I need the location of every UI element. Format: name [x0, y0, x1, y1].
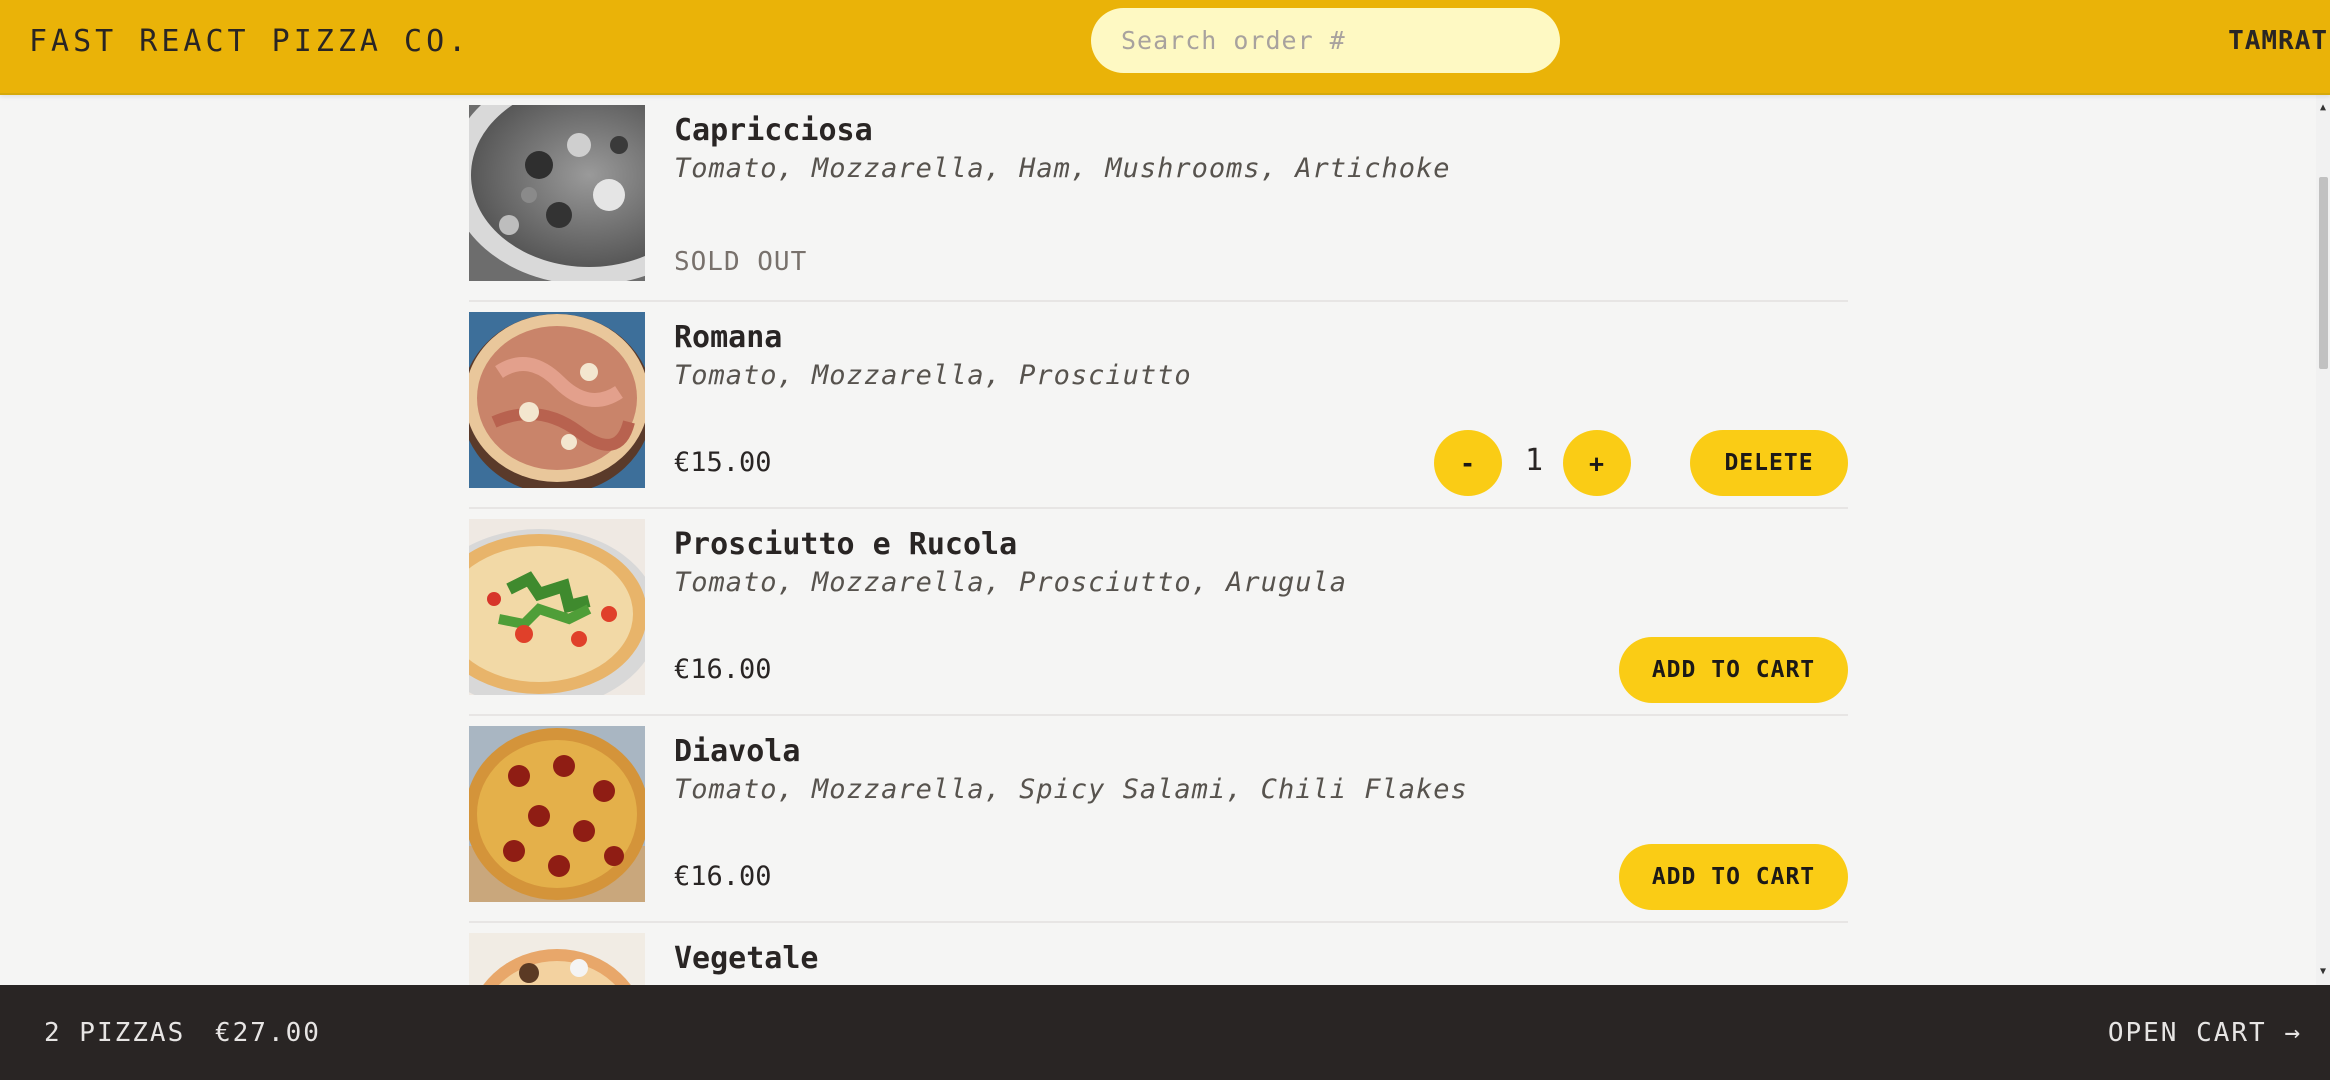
menu-item-diavola: Diavola Tomato, Mozzarella, Spicy Salami… — [469, 716, 1848, 923]
item-ingredients: Tomato, Mozzarella, Ham, Mushrooms, Arti… — [674, 153, 1451, 184]
menu-item-capricciosa: Capricciosa Tomato, Mozzarella, Ham, Mus… — [469, 95, 1848, 302]
item-name: Capricciosa — [674, 113, 873, 148]
scroll-down-arrow-icon[interactable]: ▼ — [2316, 965, 2330, 979]
cart-overview-bar: 2 PIZZAS €27.00 OPEN CART → — [0, 985, 2330, 1080]
menu-item-prosciutto-e-rucola: Prosciutto e Rucola Tomato, Mozzarella, … — [469, 509, 1848, 716]
scrollbar-thumb[interactable] — [2319, 177, 2328, 369]
decrease-quantity-button[interactable]: - — [1434, 430, 1502, 496]
username: TAMRAT — [2228, 26, 2328, 56]
pizza-image-romana — [469, 312, 645, 488]
search-order-input[interactable] — [1091, 8, 1560, 73]
item-name: Prosciutto e Rucola — [674, 527, 1018, 562]
cart-pizza-count: 2 PIZZAS — [44, 1018, 186, 1048]
menu-item-vegetale: Vegetale — [469, 923, 1848, 985]
logo-link[interactable]: FAST REACT PIZZA CO. — [29, 24, 470, 59]
item-name: Romana — [674, 320, 783, 355]
add-to-cart-button[interactable]: ADD TO CART — [1619, 844, 1848, 910]
sold-out-label: SOLD OUT — [674, 247, 808, 277]
pizza-image-vegetale — [469, 933, 645, 985]
add-to-cart-button[interactable]: ADD TO CART — [1619, 637, 1848, 703]
delete-item-button[interactable]: DELETE — [1690, 430, 1848, 496]
item-price: €16.00 — [674, 654, 772, 685]
pizza-image-prosciutto-e-rucola — [469, 519, 645, 695]
item-ingredients: Tomato, Mozzarella, Prosciutto, Arugula — [674, 567, 1347, 598]
open-cart-link[interactable]: OPEN CART → — [2108, 1018, 2302, 1048]
item-name: Diavola — [674, 734, 801, 769]
increase-quantity-button[interactable]: + — [1563, 430, 1631, 496]
menu-item-romana: Romana Tomato, Mozzarella, Prosciutto €1… — [469, 302, 1848, 509]
page-scrollbar[interactable]: ▲ ▼ — [2316, 95, 2330, 985]
menu-list: Capricciosa Tomato, Mozzarella, Ham, Mus… — [469, 95, 1848, 985]
pizza-image-capricciosa — [469, 105, 645, 281]
item-name: Vegetale — [674, 941, 819, 976]
item-price: €15.00 — [674, 447, 772, 478]
pizza-image-diavola — [469, 726, 645, 902]
app-header: FAST REACT PIZZA CO. TAMRAT — [0, 0, 2330, 95]
cart-total-price: €27.00 — [215, 1018, 321, 1048]
item-price: €16.00 — [674, 861, 772, 892]
item-ingredients: Tomato, Mozzarella, Prosciutto — [674, 360, 1192, 391]
scroll-up-arrow-icon[interactable]: ▲ — [2316, 101, 2330, 115]
item-quantity: 1 — [1524, 443, 1544, 478]
item-ingredients: Tomato, Mozzarella, Spicy Salami, Chili … — [674, 774, 1468, 805]
